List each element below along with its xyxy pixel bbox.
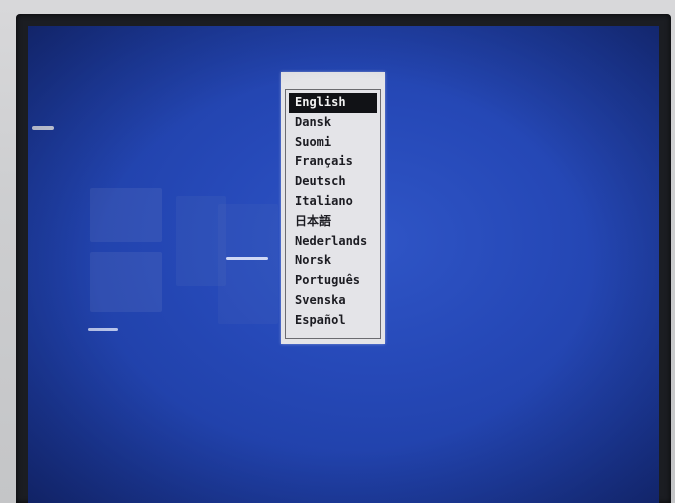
language-menu: English Dansk Suomi Français Deutsch Ita…	[281, 72, 385, 344]
language-menu-frame: English Dansk Suomi Français Deutsch Ita…	[285, 89, 381, 339]
language-option-norsk[interactable]: Norsk	[289, 251, 377, 271]
light-glint	[32, 126, 54, 130]
glass-reflection	[90, 252, 162, 312]
light-glint	[88, 328, 118, 331]
glass-reflection	[90, 188, 162, 242]
language-option-english[interactable]: English	[289, 93, 377, 113]
language-option-italiano[interactable]: Italiano	[289, 192, 377, 212]
language-option-dansk[interactable]: Dansk	[289, 113, 377, 133]
language-option-nederlands[interactable]: Nederlands	[289, 232, 377, 252]
light-glint	[226, 257, 268, 260]
language-option-espanol[interactable]: Español	[289, 311, 377, 331]
glass-reflection	[218, 204, 278, 324]
language-list: English Dansk Suomi Français Deutsch Ita…	[286, 90, 380, 331]
monitor-photo: English Dansk Suomi Français Deutsch Ita…	[0, 0, 675, 503]
setup-screen: English Dansk Suomi Français Deutsch Ita…	[28, 26, 659, 503]
language-option-japanese[interactable]: 日本語	[289, 212, 377, 232]
language-option-suomi[interactable]: Suomi	[289, 133, 377, 153]
language-option-svenska[interactable]: Svenska	[289, 291, 377, 311]
language-option-francais[interactable]: Français	[289, 152, 377, 172]
language-option-portugues[interactable]: Português	[289, 271, 377, 291]
language-option-deutsch[interactable]: Deutsch	[289, 172, 377, 192]
